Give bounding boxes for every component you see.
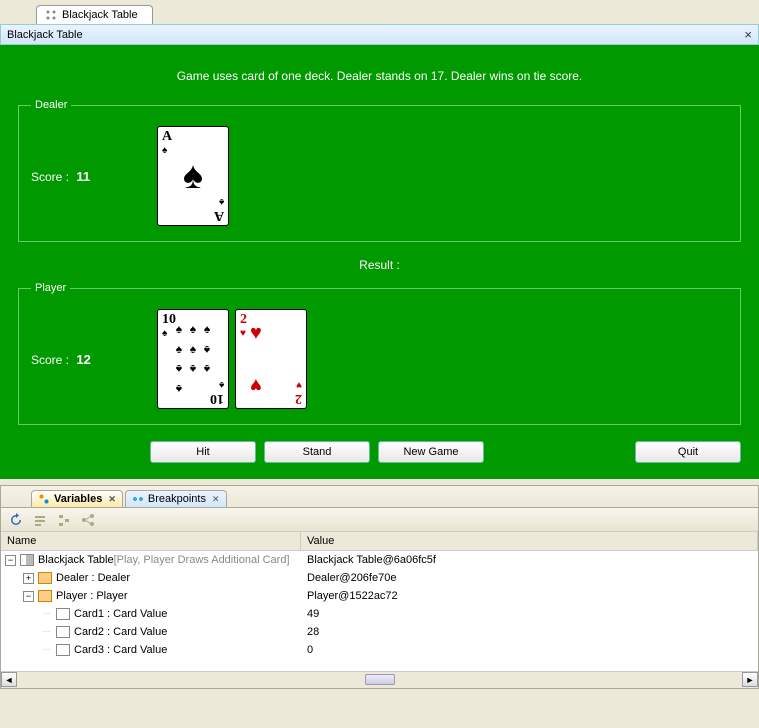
game-area: Game uses card of one deck. Dealer stand…: [0, 45, 759, 479]
expand-icon[interactable]: +: [23, 573, 34, 584]
inner-title-bar: Blackjack Table ×: [0, 24, 759, 45]
editor-tab-blackjack[interactable]: Blackjack Table: [36, 5, 153, 24]
row-name: Blackjack Table: [38, 554, 114, 566]
window-title: Blackjack Table: [7, 29, 83, 41]
tab-breakpoints[interactable]: Breakpoints ✕: [125, 490, 227, 507]
editor-tab-label: Blackjack Table: [62, 9, 138, 21]
breakpoints-icon: [132, 493, 144, 505]
field-icon: [56, 608, 70, 620]
col-value-header[interactable]: Value: [301, 532, 758, 550]
variables-toolbar: [1, 508, 758, 532]
tab-variables-label: Variables: [54, 493, 102, 505]
table-row[interactable]: ⋯ Card2 : Card Value 28: [1, 623, 758, 641]
playing-card: 2♥2♥♥♥: [235, 309, 307, 409]
grid-body[interactable]: − Blackjack Table [Play, Player Draws Add…: [1, 551, 758, 671]
row-name: Player : Player: [56, 590, 128, 602]
player-panel: Player Score : 12 10♠10♠♠♠♠♠♠♠♠♠♠♠2♥2♥♥♥: [18, 282, 741, 425]
close-icon[interactable]: ✕: [212, 494, 220, 505]
row-name: Card2 : Card Value: [74, 626, 167, 638]
tab-variables[interactable]: Variables ✕: [31, 490, 123, 507]
row-value: Blackjack Table@6a06fc5f: [301, 554, 758, 566]
refresh-icon[interactable]: [9, 513, 23, 527]
tree-leaf: ⋯: [41, 627, 52, 638]
dealer-cards: A♠A♠♠: [157, 126, 229, 226]
playing-card: A♠A♠♠: [157, 126, 229, 226]
table-row[interactable]: − Blackjack Table [Play, Player Draws Add…: [1, 551, 758, 569]
close-icon[interactable]: ×: [744, 27, 752, 42]
row-value: Dealer@206fe70e: [301, 572, 758, 584]
obj-icon: [38, 572, 52, 584]
scroll-thumb[interactable]: [365, 674, 395, 685]
result-line: Result :: [18, 254, 741, 282]
horizontal-scrollbar[interactable]: ◄ ►: [1, 671, 758, 688]
logical-icon[interactable]: [81, 513, 95, 527]
tree-leaf: ⋯: [41, 609, 52, 620]
player-score: Score : 12: [31, 352, 151, 367]
tree-icon[interactable]: [57, 513, 71, 527]
row-name: Card1 : Card Value: [74, 608, 167, 620]
stand-button[interactable]: Stand: [264, 441, 370, 463]
row-value: Player@1522ac72: [301, 590, 758, 602]
dealer-legend: Dealer: [31, 99, 71, 111]
row-name: Dealer : Dealer: [56, 572, 130, 584]
col-name-header[interactable]: Name: [1, 532, 301, 550]
scroll-right-icon[interactable]: ►: [742, 672, 758, 687]
table-row[interactable]: + Dealer : Dealer Dealer@206fe70e: [1, 569, 758, 587]
table-row[interactable]: ⋯ Card3 : Card Value 0: [1, 641, 758, 659]
dealer-panel: Dealer Score : 11 A♠A♠♠: [18, 99, 741, 242]
tab-breakpoints-label: Breakpoints: [148, 493, 206, 505]
obj-icon: [38, 590, 52, 602]
row-name-suffix: [Play, Player Draws Additional Card]: [114, 554, 290, 566]
play-icon: [20, 554, 34, 566]
playing-card: 10♠10♠♠♠♠♠♠♠♠♠♠♠: [157, 309, 229, 409]
rules-text: Game uses card of one deck. Dealer stand…: [18, 57, 741, 99]
collapse-icon[interactable]: [33, 513, 47, 527]
tree-leaf: ⋯: [41, 645, 52, 656]
hit-button[interactable]: Hit: [150, 441, 256, 463]
quit-button[interactable]: Quit: [635, 441, 741, 463]
field-icon: [56, 644, 70, 656]
collapse-icon[interactable]: −: [23, 591, 34, 602]
field-icon: [56, 626, 70, 638]
row-value: 28: [301, 626, 758, 638]
row-value: 49: [301, 608, 758, 620]
variables-icon: [38, 493, 50, 505]
collapse-icon[interactable]: −: [5, 555, 16, 566]
scroll-left-icon[interactable]: ◄: [1, 672, 17, 687]
row-name: Card3 : Card Value: [74, 644, 167, 656]
table-row[interactable]: ⋯ Card1 : Card Value 49: [1, 605, 758, 623]
debug-pane: Variables ✕ Breakpoints ✕ Name Value − Bl…: [0, 485, 759, 689]
grid-header: Name Value: [1, 532, 758, 551]
new-game-button[interactable]: New Game: [378, 441, 484, 463]
process-icon: [45, 9, 57, 21]
player-legend: Player: [31, 282, 70, 294]
close-icon[interactable]: ✕: [108, 494, 116, 505]
row-value: 0: [301, 644, 758, 656]
dealer-score: Score : 11: [31, 169, 151, 184]
player-cards: 10♠10♠♠♠♠♠♠♠♠♠♠♠2♥2♥♥♥: [157, 309, 307, 409]
table-row[interactable]: − Player : Player Player@1522ac72: [1, 587, 758, 605]
